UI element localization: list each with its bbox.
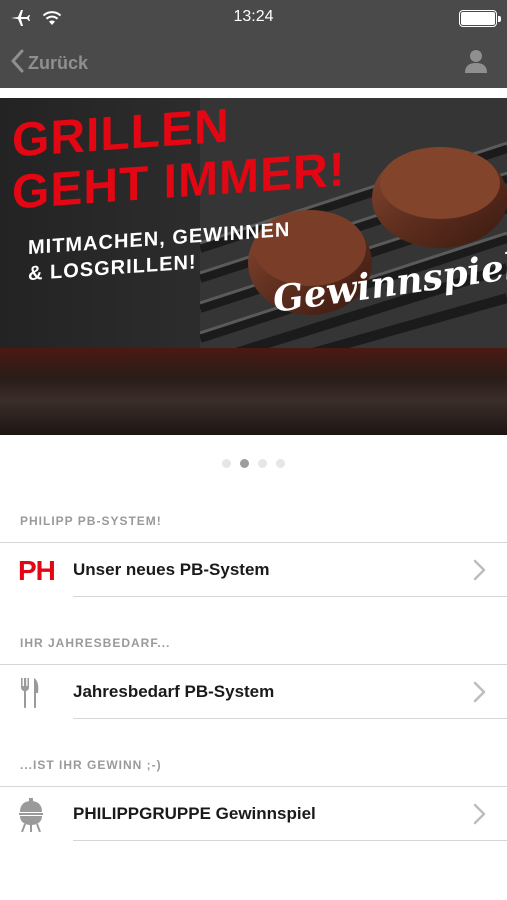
page-indicator [0,459,507,468]
ph-logo-text: PH [18,555,56,586]
battery-icon [459,10,501,27]
status-time: 13:24 [233,8,274,25]
promo-banner[interactable]: GRILLEN GEHT IMMER! MITMACHEN, GEWINNEN … [0,98,507,435]
banner-bottom-strip [0,348,507,435]
page-dot[interactable] [240,459,249,468]
navigation-bar: Zurück [0,36,507,88]
back-label: Zurück [28,53,89,73]
list-item-label: Unser neues PB-System [73,560,270,579]
back-button[interactable]: Zurück [10,49,88,78]
list-item-jahresbedarf[interactable]: Jahresbedarf PB-System [0,664,507,719]
chevron-right-icon [473,681,486,703]
list-item-pb-system[interactable]: PH Unser neues PB-System [0,542,507,597]
section-header-jahresbedarf: IHR JAHRESBEDARF... [20,636,171,650]
chevron-right-icon [473,803,486,825]
banner-headline: GRILLEN GEHT IMMER! [12,99,346,219]
ph-logo-icon: PH [18,555,56,587]
page-dot[interactable] [258,459,267,468]
chevron-left-icon [10,49,24,78]
user-icon[interactable] [463,48,489,74]
section-header-pb-system: PHILIPP PB-SYSTEM! [20,514,162,528]
grill-icon [18,798,54,832]
page-dot[interactable] [276,459,285,468]
status-bar: 13:24 [0,0,507,36]
list-item-gewinnspiel[interactable]: PHILIPPGRUPPE Gewinnspiel [0,786,507,841]
fork-knife-icon [18,677,54,709]
chevron-right-icon [473,559,486,581]
page-dot[interactable] [222,459,231,468]
list-item-label: Jahresbedarf PB-System [73,682,275,701]
list-item-label: PHILIPPGRUPPE Gewinnspiel [73,804,316,823]
section-header-gewinn: ...IST IHR GEWINN ;-) [20,758,162,772]
